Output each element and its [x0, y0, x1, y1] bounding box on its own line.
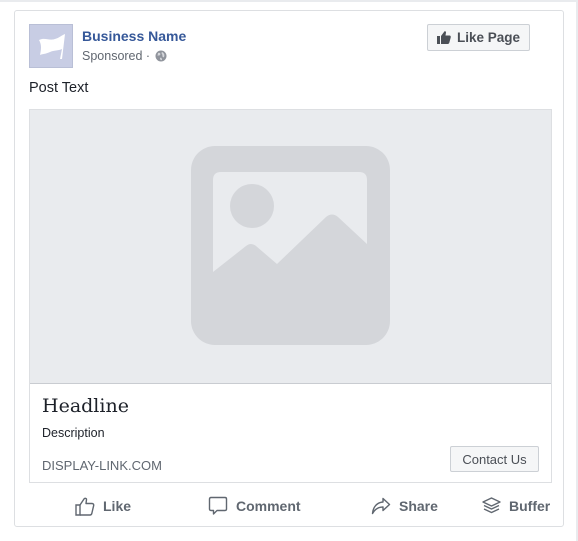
thumbs-up-icon	[436, 31, 451, 44]
page-top-edge	[0, 0, 578, 2]
like-action-button[interactable]: Like	[75, 491, 131, 521]
comment-bubble-icon	[208, 496, 228, 515]
ad-display-link[interactable]: DISPLAY-LINK.COM	[42, 458, 162, 473]
contact-us-button[interactable]: Contact Us	[450, 446, 539, 472]
buffer-action-button[interactable]: Buffer	[482, 491, 550, 521]
share-action-button[interactable]: Share	[371, 491, 438, 521]
ad-headline[interactable]: Headline	[42, 395, 129, 417]
ad-description: Description	[42, 426, 105, 440]
flag-icon	[39, 34, 65, 59]
image-placeholder-icon	[191, 146, 390, 345]
buffer-layers-icon	[482, 496, 501, 513]
sponsored-label: Sponsored ·	[82, 49, 151, 63]
like-page-button[interactable]: Like Page	[427, 24, 530, 51]
like-action-label: Like	[103, 498, 132, 514]
page-avatar[interactable]	[29, 24, 73, 68]
business-name-link[interactable]: Business Name	[82, 28, 186, 44]
buffer-action-label: Buffer	[509, 498, 551, 514]
comment-action-label: Comment	[236, 498, 301, 514]
sponsored-post-card: Business Name Sponsored · Like Page Post…	[14, 10, 564, 527]
like-page-label: Like Page	[456, 30, 521, 45]
post-action-bar: Like Comment Share Buffer	[15, 491, 563, 521]
sponsored-line: Sponsored ·	[82, 49, 167, 63]
share-arrow-icon	[371, 497, 391, 515]
ad-media-attachment[interactable]: Headline Description DISPLAY-LINK.COM Co…	[29, 109, 552, 483]
thumbs-up-outline-icon	[75, 497, 95, 516]
globe-icon[interactable]	[155, 50, 167, 62]
post-text: Post Text	[29, 80, 89, 96]
comment-action-button[interactable]: Comment	[208, 491, 301, 521]
ad-image-placeholder[interactable]	[30, 110, 551, 384]
share-action-label: Share	[399, 498, 438, 514]
